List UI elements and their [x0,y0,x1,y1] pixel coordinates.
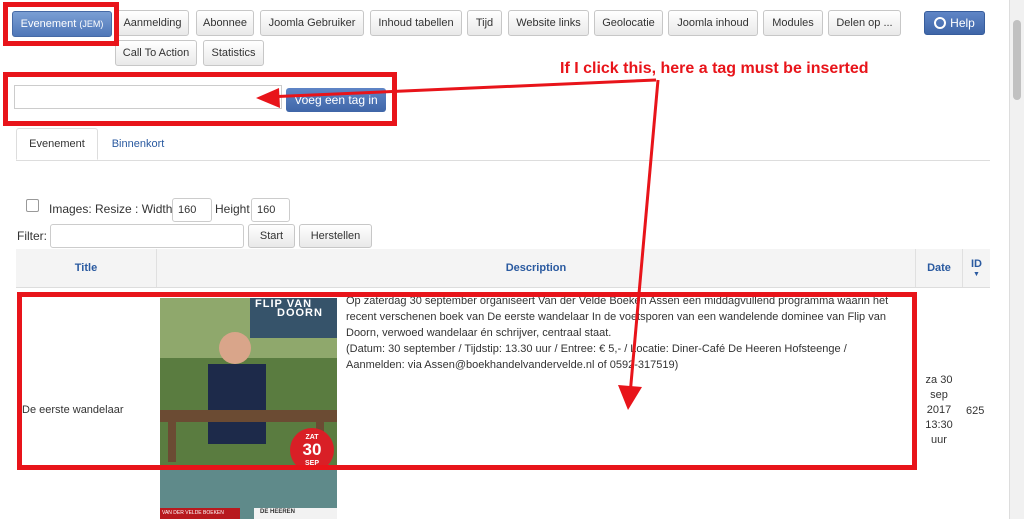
image-height-value: 160 [257,204,276,216]
table-header: Title Description Date ID ▼ [16,249,990,288]
column-description[interactable]: Description [157,249,915,287]
modules-button[interactable]: Modules [763,10,823,36]
annotation-box-active-tab [3,2,119,46]
column-title[interactable]: Title [16,249,156,287]
column-id[interactable]: ID ▼ [963,249,990,287]
select-all-checkbox[interactable] [26,199,39,212]
joomla-gebruiker-label: Joomla Gebruiker [268,17,356,29]
statistics-button[interactable]: Statistics [203,40,264,66]
date-line: uur [931,434,947,446]
geolocatie-label: Geolocatie [602,17,655,29]
image-height-label: Height [215,202,250,216]
date-line: 2017 [926,404,952,416]
image-width-value: 160 [178,204,197,216]
scrollbar-thumb[interactable] [1013,20,1021,100]
poster-store-left: VAN DER VELDE BOEKEN [162,510,224,516]
joomla-gebruiker-button[interactable]: Joomla Gebruiker [260,10,364,36]
joomla-inhoud-label: Joomla inhoud [677,17,749,29]
modules-label: Modules [772,17,814,29]
tab-binnenkort[interactable]: Binnenkort [102,128,174,160]
inhoud-tabellen-label: Inhoud tabellen [378,17,454,29]
event-tabs: Evenement Binnenkort [16,128,990,161]
page-scrollbar[interactable] [1009,0,1024,519]
joomla-inhoud-button[interactable]: Joomla inhoud [668,10,758,36]
abonnee-button[interactable]: Abonnee [196,10,254,36]
event-date: za 30 sep 2017 13:30 uur [916,373,962,448]
event-id: 625 [966,405,985,417]
column-id-label: ID [971,257,982,270]
filter-reset-button[interactable]: Herstellen [299,224,372,248]
images-resize-label: Images: Resize : Width [49,202,173,216]
tab-evenement-text: Evenement [29,138,85,150]
poster-store-right: DE HEEREN [260,509,296,515]
tijd-label: Tijd [475,17,494,29]
website-links-label: Website links [516,17,581,29]
help-button[interactable]: Help [924,11,985,35]
abonnee-label: Abonnee [202,17,248,29]
statistics-label: Statistics [211,47,256,59]
geolocatie-button[interactable]: Geolocatie [594,10,663,36]
inhoud-tabellen-button[interactable]: Inhoud tabellen [370,10,462,36]
filter-label: Filter: [17,229,47,243]
annotation-box-tag-insert [3,72,397,126]
tijd-button[interactable]: Tijd [467,10,502,36]
column-date[interactable]: Date [916,249,962,287]
annotation-box-event-row [17,292,917,470]
filter-start-label: Start [259,230,284,242]
call-to-action-label: Call To Action [122,47,190,59]
column-title-label: Title [74,262,98,274]
delen-op-button[interactable]: Delen op ... [828,10,901,36]
call-to-action-button[interactable]: Call To Action [115,40,197,66]
filter-reset-label: Herstellen [310,230,361,242]
website-links-button[interactable]: Website links [508,10,589,36]
date-line: za 30 [925,374,953,386]
date-line: 13:30 [925,419,953,431]
image-height-input[interactable]: 160 [251,198,290,222]
sort-desc-icon: ▼ [973,270,980,278]
date-line: sep [930,389,948,401]
aanmelding-label: Aanmelding [123,17,182,29]
tab-evenement[interactable]: Evenement [16,128,98,160]
column-date-label: Date [927,262,951,274]
delen-op-label: Delen op ... [836,17,893,29]
annotation-text: If I click this, here a tag must be inse… [560,60,869,77]
filter-start-button[interactable]: Start [248,224,295,248]
tab-binnenkort-text: Binnenkort [111,138,165,150]
help-icon [934,17,947,29]
image-width-input[interactable]: 160 [172,198,212,222]
column-description-label: Description [505,262,567,274]
help-label: Help [950,16,975,30]
filter-input[interactable] [50,224,244,248]
aanmelding-button[interactable]: Aanmelding [116,10,189,36]
